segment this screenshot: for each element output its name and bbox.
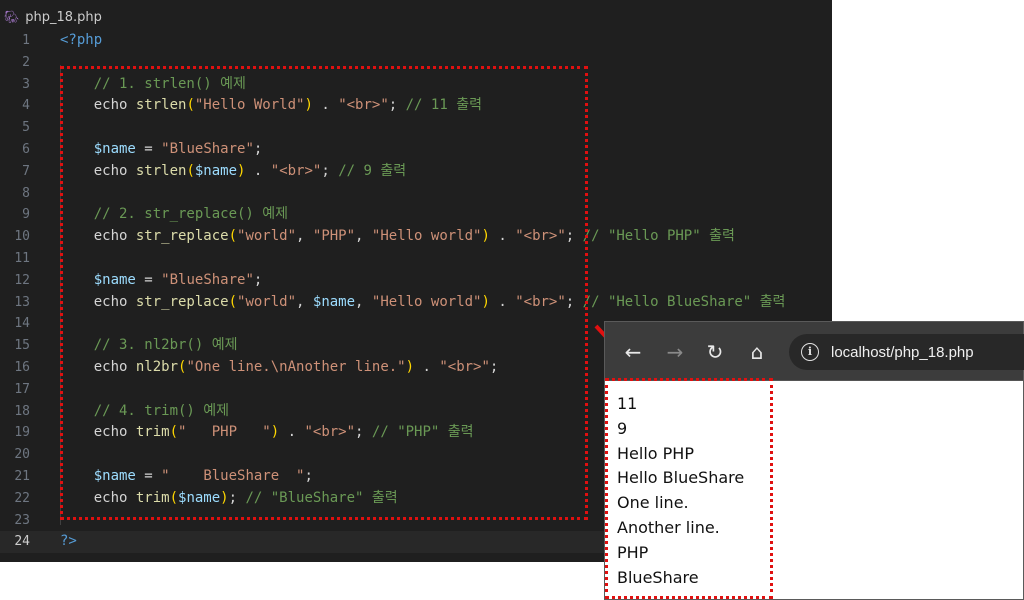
line-number: 4 — [22, 98, 30, 114]
line-number: 24 — [14, 534, 30, 550]
code-text[interactable]: <?php — [60, 30, 102, 52]
line-number: 15 — [14, 338, 30, 354]
editor-tab[interactable]: 🐘︎ php_18.php — [0, 6, 832, 28]
line-number: 2 — [22, 54, 30, 70]
code-text[interactable]: ?> — [60, 531, 77, 553]
code-token: // "Hello PHP" 출력 — [582, 228, 735, 245]
line-number: 19 — [14, 425, 30, 441]
editor-tab-title: php_18.php — [25, 9, 102, 25]
code-highlight-box — [60, 66, 588, 520]
url-text[interactable]: localhost/php_18.php — [831, 344, 974, 361]
line-number: 11 — [14, 250, 30, 266]
arrow-left-icon[interactable]: ← — [621, 340, 645, 364]
line-number: 10 — [14, 229, 30, 245]
line-number: 21 — [14, 468, 30, 484]
line-number: 1 — [22, 33, 30, 48]
address-bar[interactable]: i localhost/php_18.php — [789, 334, 1024, 370]
code-token: // "Hello BlueShare" 출력 — [582, 293, 786, 310]
line-number: 7 — [22, 163, 30, 179]
output-highlight-box — [605, 378, 773, 599]
line-number: 3 — [22, 76, 30, 92]
browser-toolbar: ← → ↻ ⌂ i localhost/php_18.php — [605, 322, 1024, 381]
line-number: 22 — [14, 490, 30, 506]
code-token: <?php — [60, 32, 103, 48]
code-line[interactable]: 1 <?php — [0, 30, 832, 52]
line-number: 23 — [14, 512, 30, 528]
reload-icon[interactable]: ↻ — [703, 340, 727, 364]
line-number: 18 — [14, 403, 30, 419]
php-elephant-icon: 🐘︎ — [4, 10, 20, 24]
home-icon[interactable]: ⌂ — [745, 340, 769, 364]
line-number: 17 — [14, 381, 30, 397]
browser-window: ← → ↻ ⌂ i localhost/php_18.php 11 9 Hello … — [604, 321, 1024, 600]
arrow-right-icon[interactable]: → — [663, 340, 687, 364]
line-number: 6 — [22, 141, 30, 157]
line-number: 5 — [22, 120, 30, 136]
line-number: 20 — [14, 447, 30, 463]
line-number: 8 — [22, 185, 30, 201]
line-number: 12 — [14, 272, 30, 288]
line-number: 16 — [14, 359, 30, 375]
info-icon[interactable]: i — [801, 343, 819, 361]
line-number: 13 — [14, 294, 30, 310]
line-number: 14 — [14, 316, 30, 332]
code-token: ?> — [60, 533, 77, 550]
line-number: 9 — [22, 207, 30, 223]
